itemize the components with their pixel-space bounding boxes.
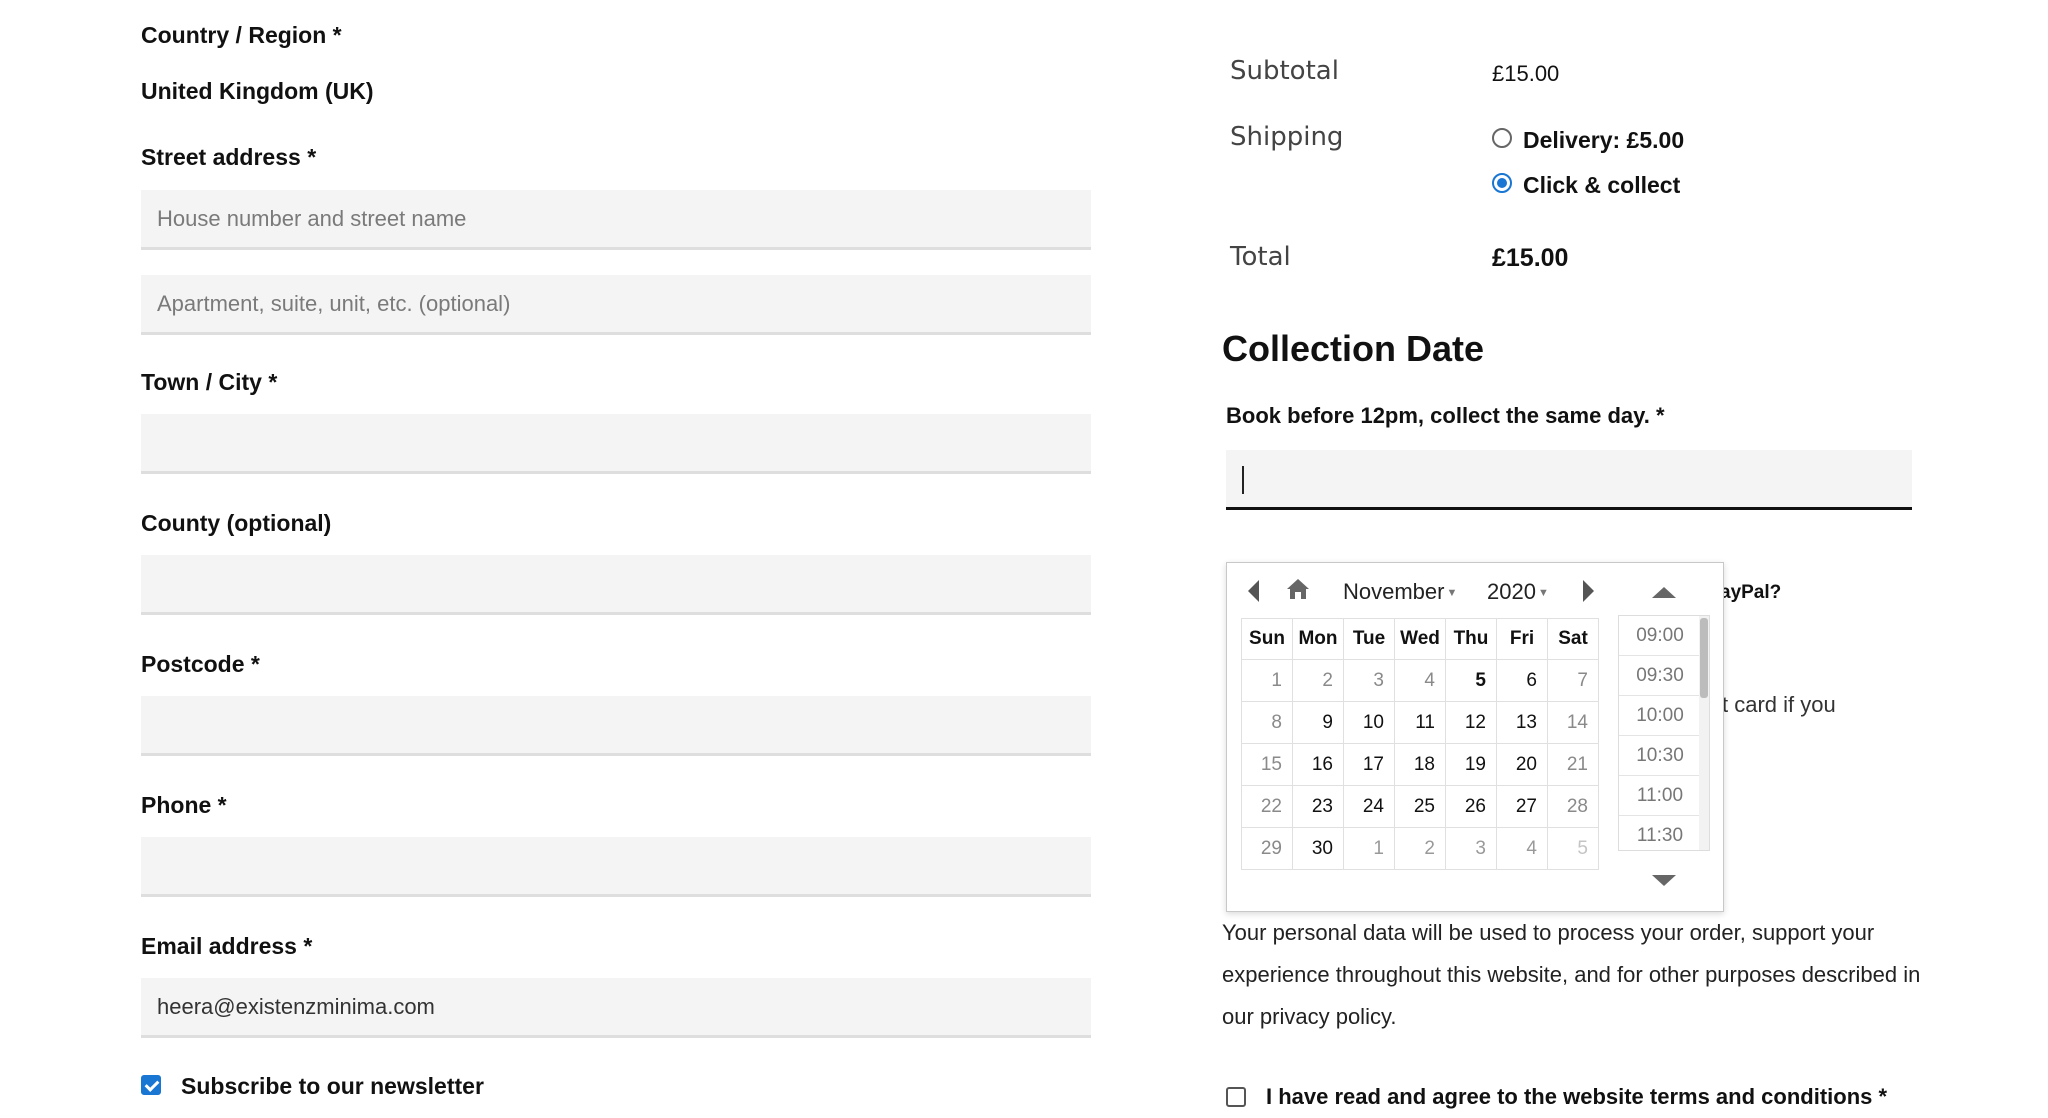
time-scroll-up-icon[interactable] [1652, 587, 1676, 598]
county-label: County (optional) [141, 510, 332, 536]
time-option[interactable]: 09:30 [1619, 656, 1709, 696]
calendar-day: 3 [1343, 659, 1395, 702]
prev-month-icon[interactable] [1248, 580, 1259, 602]
collection-date-label: Book before 12pm, collect the same day. … [1226, 403, 1665, 428]
phone-label: Phone * [141, 792, 227, 818]
calendar-day: 29 [1241, 827, 1293, 870]
calendar-grid: Sun Mon Tue Wed Thu Fri Sat 1 2 3 4 5 6 … [1241, 618, 1599, 870]
calendar-day[interactable]: 23 [1292, 785, 1344, 828]
calendar-day[interactable]: 27 [1496, 785, 1548, 828]
calendar-day[interactable]: 18 [1394, 743, 1446, 786]
shipping-delivery-label[interactable]: Delivery: £5.00 [1523, 127, 1684, 154]
next-month-icon[interactable] [1583, 580, 1594, 602]
weekday-header: Fri [1496, 618, 1548, 660]
calendar-day[interactable]: 17 [1343, 743, 1395, 786]
street-address-label: Street address * [141, 144, 317, 170]
privacy-notice: Your personal data will be used to proce… [1222, 920, 1921, 1029]
time-option[interactable]: 11:00 [1619, 776, 1709, 816]
calendar-day: 2 [1292, 659, 1344, 702]
street-address-line2-input[interactable] [141, 275, 1091, 335]
year-value: 2020 [1487, 579, 1536, 604]
scrollbar-thumb[interactable] [1700, 618, 1708, 698]
collection-date-title: Collection Date [1222, 328, 1485, 369]
payment-note-partial: t card if you [1722, 692, 1836, 717]
time-list: 09:00 09:30 10:00 10:30 11:00 11:30 [1618, 615, 1710, 851]
calendar-day[interactable]: 30 [1292, 827, 1344, 870]
phone-input[interactable] [141, 837, 1091, 897]
calendar-day: 4 [1394, 659, 1446, 702]
calendar-day: 14 [1547, 701, 1599, 744]
calendar-day[interactable]: 20 [1496, 743, 1548, 786]
calendar-day-next-month[interactable]: 3 [1445, 827, 1497, 870]
shipping-click-collect-label[interactable]: Click & collect [1523, 172, 1680, 199]
chevron-down-icon: ▼ [1446, 587, 1458, 600]
calendar-day-today[interactable]: 5 [1445, 659, 1497, 702]
collection-date-input[interactable] [1226, 450, 1912, 510]
subtotal-label: Subtotal [1230, 56, 1339, 86]
calendar-day[interactable]: 25 [1394, 785, 1446, 828]
calendar-day-next-month: 5 [1547, 827, 1599, 870]
month-value: November [1343, 579, 1445, 604]
calendar-day-next-month[interactable]: 1 [1343, 827, 1395, 870]
time-option[interactable]: 11:30 [1619, 816, 1709, 850]
calendar-day: 21 [1547, 743, 1599, 786]
postcode-label: Postcode * [141, 651, 260, 677]
county-input[interactable] [141, 555, 1091, 615]
payment-question-partial: ayPal? [1720, 582, 1782, 603]
calendar-day-next-month[interactable]: 4 [1496, 827, 1548, 870]
weekday-header: Sat [1547, 618, 1599, 660]
month-select[interactable]: November ▼ [1343, 579, 1457, 605]
shipping-label: Shipping [1230, 122, 1344, 152]
weekday-header: Thu [1445, 618, 1497, 660]
postcode-input[interactable] [141, 696, 1091, 756]
newsletter-checkbox[interactable] [141, 1075, 161, 1095]
total-value: £15.00 [1492, 244, 1569, 272]
total-label: Total [1230, 242, 1291, 272]
calendar-day[interactable]: 19 [1445, 743, 1497, 786]
time-option[interactable]: 10:00 [1619, 696, 1709, 736]
shipping-click-collect-radio[interactable] [1492, 173, 1512, 193]
country-value: United Kingdom (UK) [141, 78, 374, 104]
weekday-header: Wed [1394, 618, 1446, 660]
calendar-day[interactable]: 6 [1496, 659, 1548, 702]
calendar-day: 15 [1241, 743, 1293, 786]
chevron-down-icon: ▼ [1537, 587, 1549, 600]
time-list-scrollbar[interactable] [1699, 616, 1709, 850]
home-icon[interactable] [1285, 577, 1311, 601]
weekday-header: Tue [1343, 618, 1395, 660]
weekday-header: Sun [1241, 618, 1293, 660]
datetime-picker-popup: November ▼ 2020 ▼ Sun Mon Tue Wed Thu Fri … [1226, 562, 1724, 912]
calendar-day: 1 [1241, 659, 1293, 702]
subtotal-value: £15.00 [1492, 61, 1560, 86]
email-label: Email address * [141, 933, 313, 959]
calendar-day: 8 [1241, 701, 1293, 744]
town-city-input[interactable] [141, 414, 1091, 474]
calendar-day[interactable]: 16 [1292, 743, 1344, 786]
time-option[interactable]: 10:30 [1619, 736, 1709, 776]
calendar-day[interactable]: 11 [1394, 701, 1446, 744]
year-select[interactable]: 2020 ▼ [1487, 579, 1549, 605]
time-option[interactable]: 09:00 [1619, 616, 1709, 656]
calendar-day[interactable]: 26 [1445, 785, 1497, 828]
calendar-day: 22 [1241, 785, 1293, 828]
calendar-day[interactable]: 9 [1292, 701, 1344, 744]
text-cursor [1242, 466, 1244, 494]
calendar-day[interactable]: 13 [1496, 701, 1548, 744]
calendar-day: 7 [1547, 659, 1599, 702]
shipping-delivery-radio[interactable] [1492, 128, 1512, 148]
newsletter-label: Subscribe to our newsletter [181, 1073, 484, 1099]
terms-checkbox[interactable] [1226, 1087, 1246, 1107]
calendar-day: 28 [1547, 785, 1599, 828]
weekday-header: Mon [1292, 618, 1344, 660]
time-scroll-down-icon[interactable] [1652, 875, 1676, 886]
email-input[interactable] [141, 978, 1091, 1038]
calendar-day-next-month[interactable]: 2 [1394, 827, 1446, 870]
terms-label: I have read and agree to the website ter… [1266, 1084, 1888, 1109]
country-label: Country / Region * [141, 22, 342, 48]
calendar-day[interactable]: 24 [1343, 785, 1395, 828]
street-address-line1-input[interactable] [141, 190, 1091, 250]
town-city-label: Town / City * [141, 369, 278, 395]
calendar-day[interactable]: 10 [1343, 701, 1395, 744]
calendar-day[interactable]: 12 [1445, 701, 1497, 744]
